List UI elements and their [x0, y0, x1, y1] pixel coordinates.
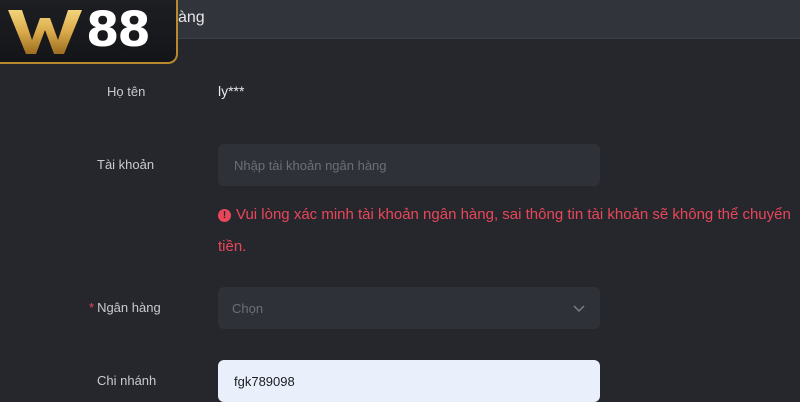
- full-name-value: ly***: [218, 83, 245, 99]
- account-label: Tài khoản: [97, 157, 155, 172]
- chevron-down-icon: [573, 305, 585, 313]
- account-field[interactable]: [218, 144, 600, 186]
- page-title: àng: [178, 9, 205, 26]
- account-error-message: ! Vui lòng xác minh tài khoản ngân hàng, …: [218, 199, 793, 263]
- bank-select[interactable]: Chọn: [218, 287, 600, 329]
- w-logo-icon: [8, 10, 82, 54]
- brand-logo[interactable]: 88: [0, 0, 178, 64]
- exclamation-circle-icon: !: [218, 209, 231, 222]
- bank-select-placeholder: Chọn: [232, 300, 264, 316]
- full-name-label: Họ tên: [107, 84, 146, 99]
- bank-label: * Ngân hàng: [89, 300, 161, 315]
- required-mark: *: [89, 300, 95, 315]
- branch-input[interactable]: [232, 372, 586, 390]
- branch-label: Chi nhánh: [97, 373, 157, 388]
- account-input[interactable]: [232, 156, 586, 174]
- bank-label-text: Ngân hàng: [97, 300, 161, 315]
- error-text: Vui lòng xác minh tài khoản ngân hàng, s…: [218, 206, 791, 255]
- logo-number: 88: [86, 2, 151, 58]
- branch-field[interactable]: [218, 360, 600, 402]
